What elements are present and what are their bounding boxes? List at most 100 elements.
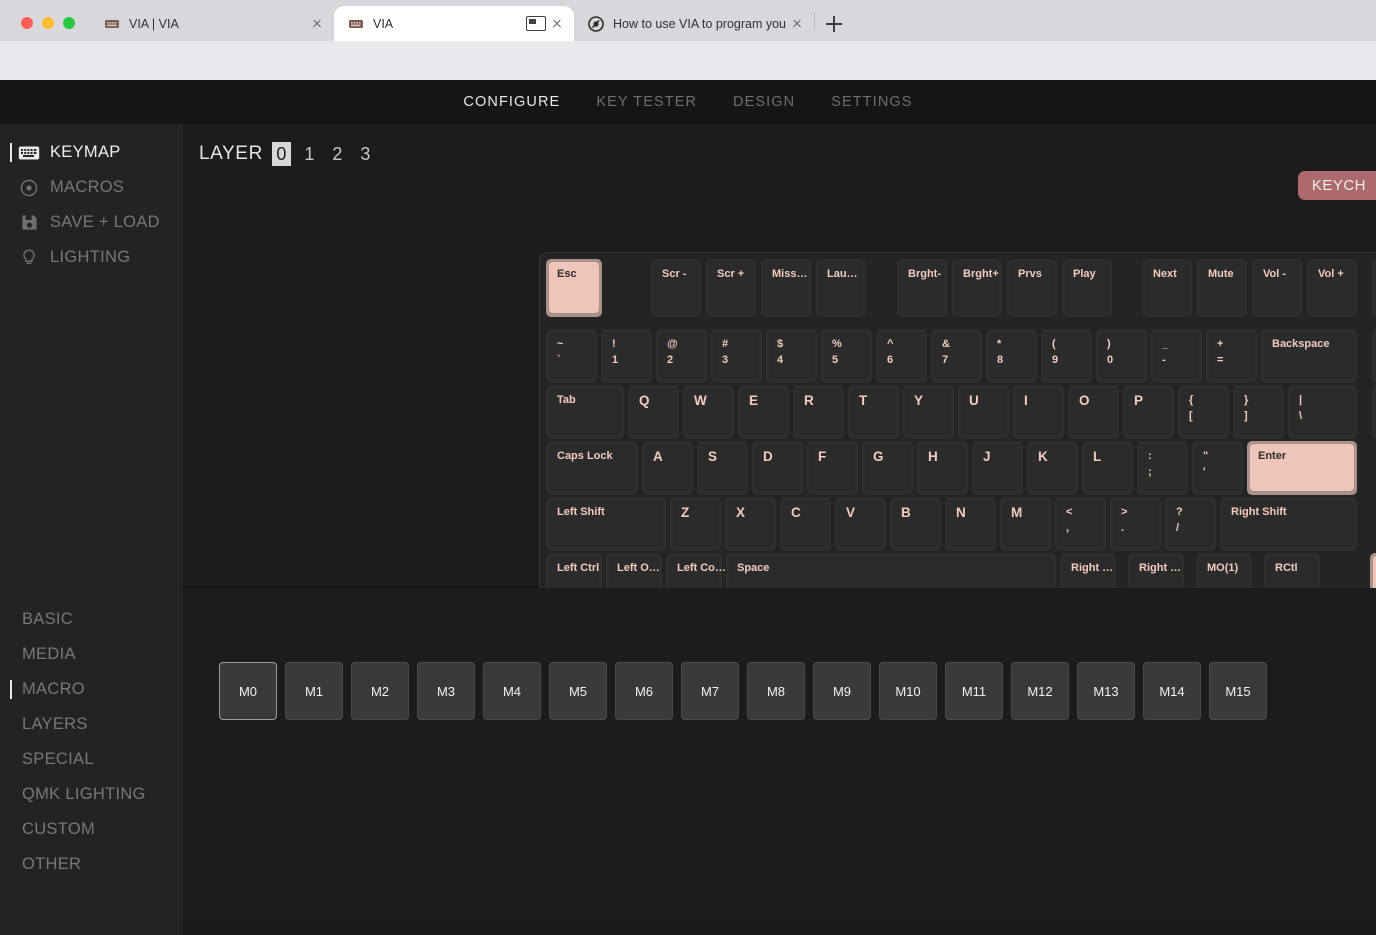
key--24[interactable]: * 8: [986, 329, 1037, 383]
key--20[interactable]: $4: [766, 329, 817, 383]
layer-button-2[interactable]: 2: [328, 142, 347, 166]
key-vol-11[interactable]: Vol -: [1252, 259, 1302, 317]
key-c-66[interactable]: C: [780, 497, 831, 551]
browser-tab-1[interactable]: VIA | VIA: [90, 6, 334, 41]
sidebar-item-qmk-lighting[interactable]: QMK LIGHTING: [0, 777, 183, 812]
sidebar-item-layers[interactable]: LAYERS: [0, 707, 183, 742]
key-q-34[interactable]: Q: [628, 385, 679, 439]
layer-button-1[interactable]: 1: [300, 142, 319, 166]
key-miss-3[interactable]: Miss…: [761, 259, 811, 317]
key-r-37[interactable]: R: [793, 385, 844, 439]
sidebar-item-macro[interactable]: MACRO: [0, 672, 183, 707]
key--73[interactable]: ? /: [1165, 497, 1216, 551]
key-a-51[interactable]: A: [642, 441, 693, 495]
macro-button-m5[interactable]: M5: [549, 662, 607, 720]
key-u-40[interactable]: U: [958, 385, 1009, 439]
cast-device-icon[interactable]: [526, 16, 546, 31]
key-k-58[interactable]: K: [1027, 441, 1078, 495]
sidebar-item-macros[interactable]: MACROS: [0, 170, 183, 205]
key-rightshift-74[interactable]: Right Shift: [1220, 497, 1357, 551]
key-vol-12[interactable]: Vol +: [1307, 259, 1357, 317]
key-mute-10[interactable]: Mute: [1197, 259, 1247, 317]
key--45[interactable]: }]: [1233, 385, 1284, 439]
key-h-56[interactable]: H: [917, 441, 968, 495]
key--21[interactable]: % 5: [821, 329, 872, 383]
layer-button-3[interactable]: 3: [356, 142, 375, 166]
sidebar-item-special[interactable]: SPECIAL: [0, 742, 183, 777]
key-f-54[interactable]: F: [807, 441, 858, 495]
macro-button-m15[interactable]: M15: [1209, 662, 1267, 720]
key-play-8[interactable]: Play: [1062, 259, 1112, 317]
key-x-65[interactable]: X: [725, 497, 776, 551]
close-icon[interactable]: [308, 15, 326, 33]
nav-tab-configure[interactable]: CONFIGURE: [463, 94, 560, 110]
macro-button-m12[interactable]: M12: [1011, 662, 1069, 720]
key-leftshift-63[interactable]: Left Shift: [546, 497, 666, 551]
sidebar-item-lighting[interactable]: LIGHTING: [0, 240, 183, 275]
macro-button-m14[interactable]: M14: [1143, 662, 1201, 720]
key-t-38[interactable]: T: [848, 385, 899, 439]
key-ins-30[interactable]: Ins: [1372, 329, 1376, 383]
key-enter-62[interactable]: Enter: [1247, 441, 1357, 495]
key--60[interactable]: :;: [1137, 441, 1188, 495]
key--25[interactable]: (9: [1041, 329, 1092, 383]
key-brght-6[interactable]: Brght+: [952, 259, 1002, 317]
macro-button-m8[interactable]: M8: [747, 662, 805, 720]
macro-button-m0[interactable]: M0: [219, 662, 277, 720]
keychron-device-tab[interactable]: KEYCH: [1297, 171, 1376, 200]
key-i-41[interactable]: I: [1013, 385, 1064, 439]
nav-tab-design[interactable]: DESIGN: [733, 94, 795, 110]
macro-button-m9[interactable]: M9: [813, 662, 871, 720]
key-capslock-50[interactable]: Caps Lock: [546, 441, 638, 495]
macro-button-m1[interactable]: M1: [285, 662, 343, 720]
macro-button-m6[interactable]: M6: [615, 662, 673, 720]
window-close-button[interactable]: [21, 17, 33, 29]
sidebar-item-keymap[interactable]: KEYMAP: [0, 135, 183, 170]
nav-tab-key-tester[interactable]: KEY TESTER: [596, 94, 697, 110]
key--19[interactable]: #3: [711, 329, 762, 383]
window-maximize-button[interactable]: [63, 17, 75, 29]
key--71[interactable]: <,: [1055, 497, 1106, 551]
browser-tab-3[interactable]: How to use VIA to program you: [574, 6, 814, 41]
key--44[interactable]: {[: [1178, 385, 1229, 439]
key--72[interactable]: >.: [1110, 497, 1161, 551]
close-icon[interactable]: [548, 15, 566, 33]
key-del-47[interactable]: Del: [1372, 385, 1376, 439]
key-tab-33[interactable]: Tab: [546, 385, 624, 439]
key-b-68[interactable]: B: [890, 497, 941, 551]
key-brght-5[interactable]: Brght-: [897, 259, 947, 317]
key--23[interactable]: & 7: [931, 329, 982, 383]
key-next-9[interactable]: Next: [1142, 259, 1192, 317]
macro-button-m4[interactable]: M4: [483, 662, 541, 720]
key-y-39[interactable]: Y: [903, 385, 954, 439]
sidebar-item-media[interactable]: MEDIA: [0, 637, 183, 672]
key-scr-1[interactable]: Scr -: [651, 259, 701, 317]
key-o-42[interactable]: O: [1068, 385, 1119, 439]
key-esc-0[interactable]: Esc: [546, 259, 602, 317]
macro-button-m3[interactable]: M3: [417, 662, 475, 720]
key-l-59[interactable]: L: [1082, 441, 1133, 495]
sidebar-item-other[interactable]: OTHER: [0, 847, 183, 882]
sidebar-item-custom[interactable]: CUSTOM: [0, 812, 183, 847]
key--46[interactable]: | \: [1288, 385, 1357, 439]
key-g-55[interactable]: G: [862, 441, 913, 495]
key-v-67[interactable]: V: [835, 497, 886, 551]
macro-button-m10[interactable]: M10: [879, 662, 937, 720]
key-scr-2[interactable]: Scr +: [706, 259, 756, 317]
key-w-35[interactable]: W: [683, 385, 734, 439]
macro-button-m7[interactable]: M7: [681, 662, 739, 720]
close-icon[interactable]: [788, 15, 806, 33]
macro-button-m13[interactable]: M13: [1077, 662, 1135, 720]
key-prvs-7[interactable]: Prvs: [1007, 259, 1057, 317]
browser-tab-2[interactable]: VIA: [334, 6, 574, 41]
key-p-43[interactable]: P: [1123, 385, 1174, 439]
key-lau-4[interactable]: Lau…: [816, 259, 866, 317]
key--27[interactable]: _ -: [1151, 329, 1202, 383]
key--28[interactable]: + =: [1206, 329, 1257, 383]
key-scre-13[interactable]: Scre…: [1372, 259, 1376, 317]
key-z-64[interactable]: Z: [670, 497, 721, 551]
key--16[interactable]: ~ `: [546, 329, 597, 383]
key--61[interactable]: " ': [1192, 441, 1243, 495]
key-j-57[interactable]: J: [972, 441, 1023, 495]
key--22[interactable]: ^ 6: [876, 329, 927, 383]
